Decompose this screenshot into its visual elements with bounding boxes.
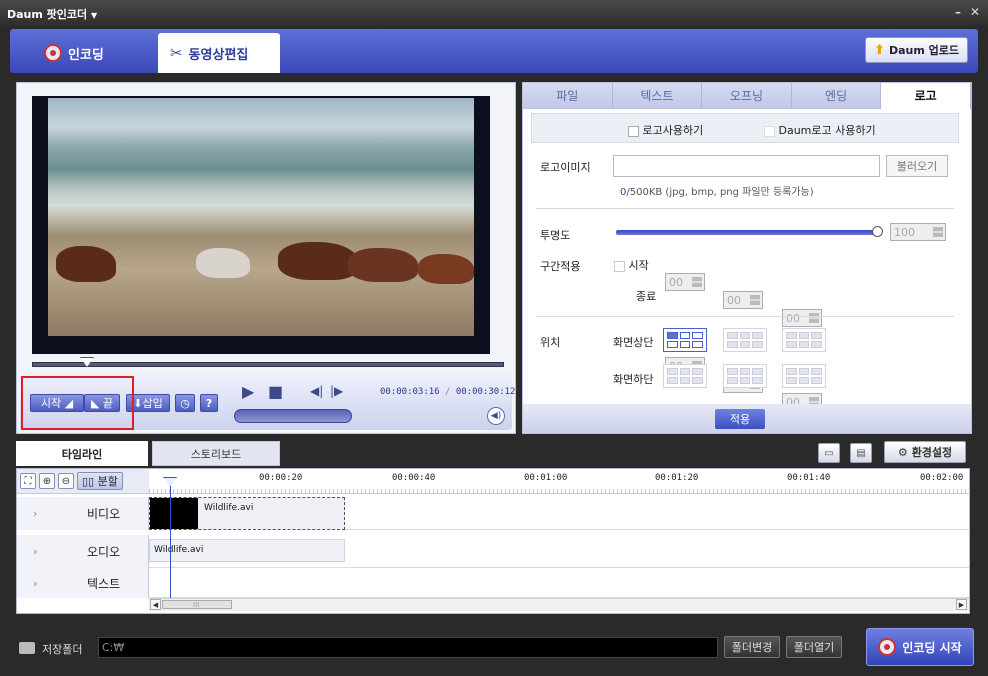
zoom-in-icon[interactable]: ⊕ <box>39 473 55 489</box>
tab-text[interactable]: 텍스트 <box>613 83 703 109</box>
bottom-label: 화면하단 <box>613 373 654 386</box>
seek-bar[interactable] <box>32 362 504 367</box>
range-label: 구간적용 <box>540 260 581 273</box>
use-daum-logo-checkbox[interactable]: Daum로고 사용하기 <box>764 122 876 138</box>
tab-timeline[interactable]: 타임라인 <box>16 441 148 466</box>
pos-bottom-right[interactable] <box>782 364 826 388</box>
start-hour[interactable]: 00 <box>665 273 705 291</box>
pos-bottom-left[interactable] <box>663 364 707 388</box>
tick-label: 00:00:20 <box>259 473 303 483</box>
highlight-box <box>21 376 134 430</box>
chevron-right-icon[interactable]: › <box>33 545 37 558</box>
scroll-right-icon[interactable]: ▶ <box>956 599 967 610</box>
range-checkbox[interactable]: 시작 <box>614 257 649 273</box>
save-folder-label: 저장폴더 <box>42 643 83 656</box>
tab-opening[interactable]: 오프닝 <box>702 83 792 109</box>
stop-icon[interactable]: ■ <box>268 382 283 401</box>
pos-bottom-center[interactable] <box>723 364 767 388</box>
timeline-toolbar: ⛶ ⊕ ⊖ ▯▯ 분할 <box>17 469 149 494</box>
open-folder-button[interactable]: 폴더열기 <box>786 636 842 658</box>
volume-bar[interactable] <box>234 409 352 423</box>
current-time: 00:00:03:16 <box>380 387 440 397</box>
use-logo-checkbox[interactable]: 로고사용하기 <box>628 122 703 138</box>
video-preview <box>32 96 490 354</box>
change-folder-button[interactable]: 폴더변경 <box>724 636 780 658</box>
next-frame-icon[interactable]: |▶ <box>330 384 343 398</box>
tab-encoding[interactable]: 인코딩 <box>32 33 116 73</box>
close-button[interactable]: ✕ <box>970 5 980 19</box>
encode-icon <box>44 44 62 62</box>
opacity-slider[interactable] <box>616 230 878 235</box>
apply-button[interactable]: 적용 <box>715 409 765 429</box>
save-icon[interactable]: ▤ <box>850 443 872 463</box>
clip-thumbnail <box>150 498 198 529</box>
upload-arrow-icon: ⬆ <box>874 42 885 58</box>
start-minute[interactable]: 00 <box>723 291 763 309</box>
horizontal-scrollbar[interactable] <box>149 598 969 611</box>
main-header: 인코딩 ✂ 동영상편집 ⬆ Daum 업로드 <box>10 29 978 73</box>
title-bar: Daum 팟인코더 ▼ – ✕ <box>0 0 988 26</box>
opacity-label: 투명도 <box>540 229 571 242</box>
position-label: 위치 <box>540 336 561 349</box>
zoom-out-icon[interactable]: ⊖ <box>58 473 74 489</box>
opacity-value[interactable]: 100 <box>890 223 946 241</box>
encode-start-button[interactable]: 인코딩 시작 <box>866 628 974 666</box>
logo-options: 로고사용하기 Daum로고 사용하기 <box>531 113 959 143</box>
opacity-knob[interactable] <box>872 226 883 237</box>
tick-label: 00:02:00 <box>920 473 964 483</box>
prev-frame-icon[interactable]: ◀| <box>310 384 323 398</box>
time-display: 00:00:03:16 / 00:00:30:12 <box>380 387 516 397</box>
volume-icon[interactable]: ◀) <box>487 407 505 425</box>
scroll-thumb[interactable]: III <box>162 600 232 609</box>
edit-tabs: 파일 텍스트 오프닝 엔딩 로고 <box>523 83 971 109</box>
fit-icon[interactable]: ⛶ <box>20 473 36 489</box>
tab-logo[interactable]: 로고 <box>881 83 971 109</box>
folder-icon[interactable]: ▭ <box>818 443 840 463</box>
tab-ending[interactable]: 엔딩 <box>792 83 882 109</box>
top-label: 화면상단 <box>613 336 654 349</box>
daum-upload-button[interactable]: ⬆ Daum 업로드 <box>865 37 968 63</box>
tick-label: 00:01:20 <box>655 473 699 483</box>
help-button[interactable]: ? <box>200 394 218 412</box>
pos-top-right[interactable] <box>782 328 826 352</box>
start-second[interactable]: 00 <box>782 309 822 327</box>
pos-top-left[interactable] <box>663 328 707 352</box>
play-icon[interactable]: ▶ <box>242 382 254 401</box>
clock-icon[interactable]: ◷ <box>175 394 195 412</box>
chevron-right-icon[interactable]: › <box>33 507 37 520</box>
scroll-left-icon[interactable]: ◀ <box>150 599 161 610</box>
size-hint: 0/500KB (jpg, bmp, png 파일만 등록가능) <box>620 187 814 198</box>
folder-icon <box>19 642 35 654</box>
app-title[interactable]: Daum 팟인코더 ▼ <box>7 6 97 22</box>
load-button[interactable]: 불러오기 <box>886 155 948 177</box>
chevron-right-icon[interactable]: › <box>33 577 37 590</box>
minimize-button[interactable]: – <box>955 5 961 19</box>
track-text: › 텍스트 <box>17 568 969 598</box>
pos-top-center[interactable] <box>723 328 767 352</box>
logo-image-field[interactable] <box>613 155 880 177</box>
split-button[interactable]: ▯▯ 분할 <box>77 472 123 490</box>
tick-label: 00:01:40 <box>787 473 831 483</box>
total-time: 00:00:30:12 <box>455 387 516 397</box>
video-clip-name: Wildlife.avi <box>204 503 254 513</box>
playhead-line <box>170 484 171 598</box>
logo-image-label: 로고이미지 <box>540 161 591 174</box>
save-path-field[interactable]: C:₩ <box>98 637 718 658</box>
tick-label: 00:00:40 <box>392 473 436 483</box>
audio-clip-name: Wildlife.avi <box>154 545 204 555</box>
scissors-film-icon: ✂ <box>170 44 183 62</box>
gear-icon: ⚙ <box>897 445 908 459</box>
tick-label: 00:01:00 <box>524 473 568 483</box>
video-frame <box>48 98 474 336</box>
tab-video-edit[interactable]: ✂ 동영상편집 <box>158 33 280 73</box>
tab-storyboard[interactable]: 스토리보드 <box>152 441 280 466</box>
tab-file[interactable]: 파일 <box>523 83 613 109</box>
encode-icon <box>878 638 897 656</box>
settings-button[interactable]: ⚙ 환경설정 <box>884 441 966 463</box>
end-label: 종료 <box>636 290 657 303</box>
